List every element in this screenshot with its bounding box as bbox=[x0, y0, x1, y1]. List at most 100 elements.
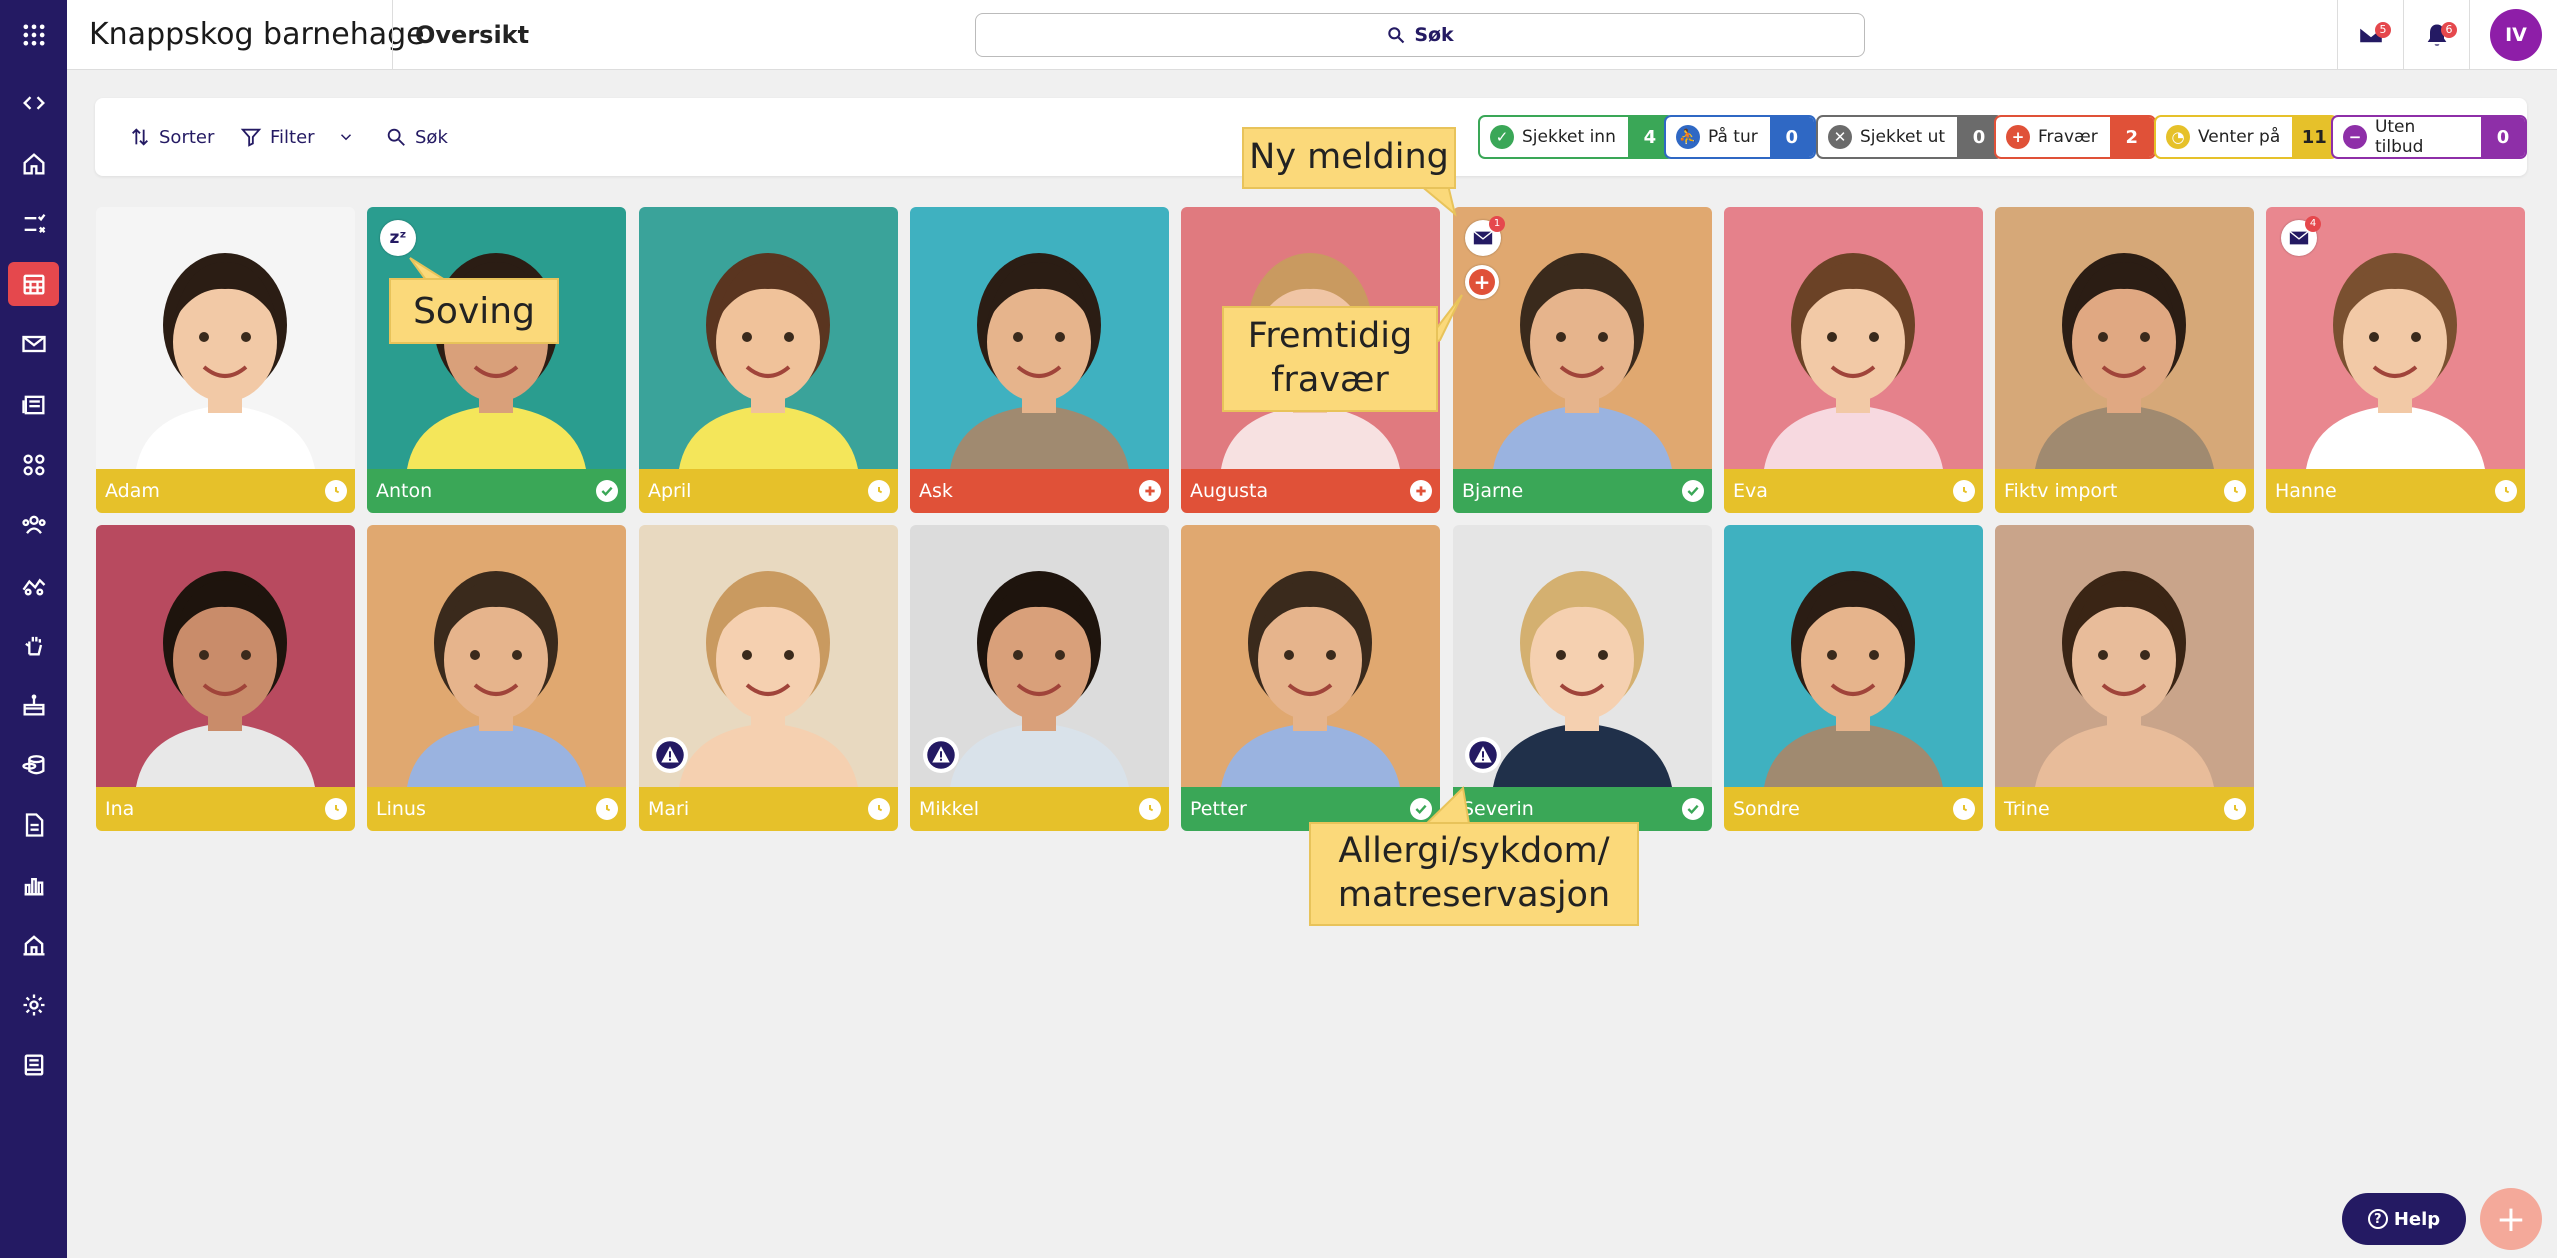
sort-label: Sorter bbox=[159, 126, 215, 148]
child-name-bar: Mari bbox=[639, 787, 898, 831]
child-card[interactable]: April bbox=[639, 207, 898, 513]
child-photo bbox=[96, 207, 355, 469]
list-search-label: Søk bbox=[415, 126, 448, 148]
message-count-badge: 4 bbox=[2305, 216, 2321, 232]
settings-gear-icon[interactable] bbox=[0, 980, 67, 1030]
document-icon[interactable] bbox=[0, 800, 67, 850]
child-name-bar: Bjarne bbox=[1453, 469, 1712, 513]
sleeping-icon[interactable]: zᶻ bbox=[380, 220, 416, 256]
status-checked-in[interactable]: ✓ Sjekket inn 4 bbox=[1478, 115, 1674, 159]
child-card[interactable]: Petter bbox=[1181, 525, 1440, 831]
minus-circle-icon: − bbox=[2343, 125, 2367, 149]
child-card[interactable]: Sondre bbox=[1724, 525, 1983, 831]
search-icon bbox=[1388, 27, 1405, 44]
apps-grid-icon[interactable] bbox=[0, 10, 67, 60]
child-name-bar: Ina bbox=[96, 787, 355, 831]
sort-button[interactable]: Sorter bbox=[129, 98, 214, 176]
child-photo bbox=[1724, 207, 1983, 469]
payments-icon[interactable] bbox=[0, 740, 67, 790]
callout-line: Allergi/sykdom/ bbox=[1338, 831, 1610, 872]
help-button[interactable]: ? Help bbox=[2342, 1193, 2466, 1245]
child-name: Ask bbox=[919, 480, 953, 502]
clock-icon bbox=[1139, 798, 1161, 820]
child-card[interactable]: Trine bbox=[1995, 525, 2254, 831]
message-envelope-icon[interactable]: 4 bbox=[2281, 216, 2321, 256]
status-count: 0 bbox=[2481, 117, 2525, 157]
child-card[interactable]: Mari bbox=[639, 525, 898, 831]
child-card[interactable]: Severin bbox=[1453, 525, 1712, 831]
child-name: Sondre bbox=[1733, 798, 1800, 820]
callout-new-message: Ny melding bbox=[1242, 127, 1456, 189]
news-icon[interactable] bbox=[0, 380, 67, 430]
statistics-icon[interactable] bbox=[0, 860, 67, 910]
transport-icon[interactable] bbox=[0, 560, 67, 610]
plus-icon bbox=[1139, 480, 1161, 502]
check-circle-icon: ✓ bbox=[1490, 125, 1514, 149]
child-card[interactable]: Mikkel bbox=[910, 525, 1169, 831]
collapse-toggle-icon[interactable] bbox=[0, 78, 67, 128]
status-count: 11 bbox=[2292, 117, 2337, 157]
status-on-trip[interactable]: ⛹ På tur 0 bbox=[1664, 115, 1816, 159]
child-name: Linus bbox=[376, 798, 426, 820]
clock-icon bbox=[1953, 798, 1975, 820]
status-label: Fravær bbox=[2038, 127, 2098, 147]
status-waiting[interactable]: ◔ Venter på 11 bbox=[2154, 115, 2339, 159]
filter-button[interactable]: Filter bbox=[240, 98, 355, 176]
child-name: Trine bbox=[2004, 798, 2050, 820]
message-envelope-icon[interactable]: 1 bbox=[1465, 216, 1505, 256]
checklist-icon[interactable] bbox=[0, 199, 67, 249]
home-icon[interactable] bbox=[0, 139, 67, 189]
child-card[interactable]: Eva bbox=[1724, 207, 1983, 513]
clock-icon bbox=[2224, 480, 2246, 502]
plus-icon bbox=[1410, 480, 1432, 502]
status-label: Sjekket ut bbox=[1860, 127, 1946, 147]
child-name: Petter bbox=[1190, 798, 1247, 820]
kindergarten-icon[interactable] bbox=[0, 920, 67, 970]
mail-icon[interactable] bbox=[0, 319, 67, 369]
status-count: 0 bbox=[1769, 117, 1814, 157]
sidebar bbox=[0, 0, 67, 1258]
status-absent[interactable]: + Fravær 2 bbox=[1994, 115, 2156, 159]
clock-icon bbox=[596, 798, 618, 820]
global-search-button[interactable]: Søk bbox=[975, 13, 1865, 57]
hand-icon[interactable] bbox=[0, 620, 67, 670]
allergy-warning-icon[interactable] bbox=[1465, 737, 1501, 773]
avatar[interactable]: IV bbox=[2490, 9, 2542, 61]
child-name-bar: Linus bbox=[367, 787, 626, 831]
child-name: Bjarne bbox=[1462, 480, 1524, 502]
child-name-bar: Fiktv import bbox=[1995, 469, 2254, 513]
people-icon[interactable] bbox=[0, 500, 67, 550]
list-search-button[interactable]: Søk bbox=[385, 98, 448, 176]
clock-icon bbox=[325, 798, 347, 820]
child-name-bar: Eva bbox=[1724, 469, 1983, 513]
messages-button[interactable]: 5 bbox=[2337, 0, 2403, 70]
calendar-icon[interactable] bbox=[0, 259, 67, 309]
child-name-bar: Augusta bbox=[1181, 469, 1440, 513]
notifications-button[interactable]: 6 bbox=[2403, 0, 2469, 70]
child-name-bar: Adam bbox=[96, 469, 355, 513]
clock-icon bbox=[325, 480, 347, 502]
add-button[interactable]: + bbox=[2480, 1188, 2542, 1250]
groups-icon[interactable] bbox=[0, 440, 67, 490]
page-title: Oversikt bbox=[415, 21, 530, 49]
help-label: Help bbox=[2393, 1208, 2441, 1230]
child-card[interactable]: Fiktv import bbox=[1995, 207, 2254, 513]
future-absence-icon[interactable]: + bbox=[1465, 265, 1499, 299]
status-checked-out[interactable]: ✕ Sjekket ut 0 bbox=[1816, 115, 2004, 159]
child-card[interactable]: Ask bbox=[910, 207, 1169, 513]
status-label: Uten tilbud bbox=[2374, 117, 2424, 157]
child-card[interactable]: Linus bbox=[367, 525, 626, 831]
cake-icon[interactable] bbox=[0, 680, 67, 730]
child-card[interactable]: Adam bbox=[96, 207, 355, 513]
status-no-offer[interactable]: − Uten tilbud 0 bbox=[2331, 115, 2527, 159]
child-card[interactable]: Ina bbox=[96, 525, 355, 831]
allergy-warning-icon[interactable] bbox=[923, 737, 959, 773]
book-icon[interactable] bbox=[0, 1040, 67, 1090]
clock-icon bbox=[868, 480, 890, 502]
child-name: Eva bbox=[1733, 480, 1768, 502]
filter-label: Filter bbox=[270, 126, 315, 148]
allergy-warning-icon[interactable] bbox=[652, 737, 688, 773]
global-search-label: Søk bbox=[1414, 24, 1454, 46]
child-photo bbox=[367, 525, 626, 787]
sort-icon bbox=[132, 128, 148, 146]
